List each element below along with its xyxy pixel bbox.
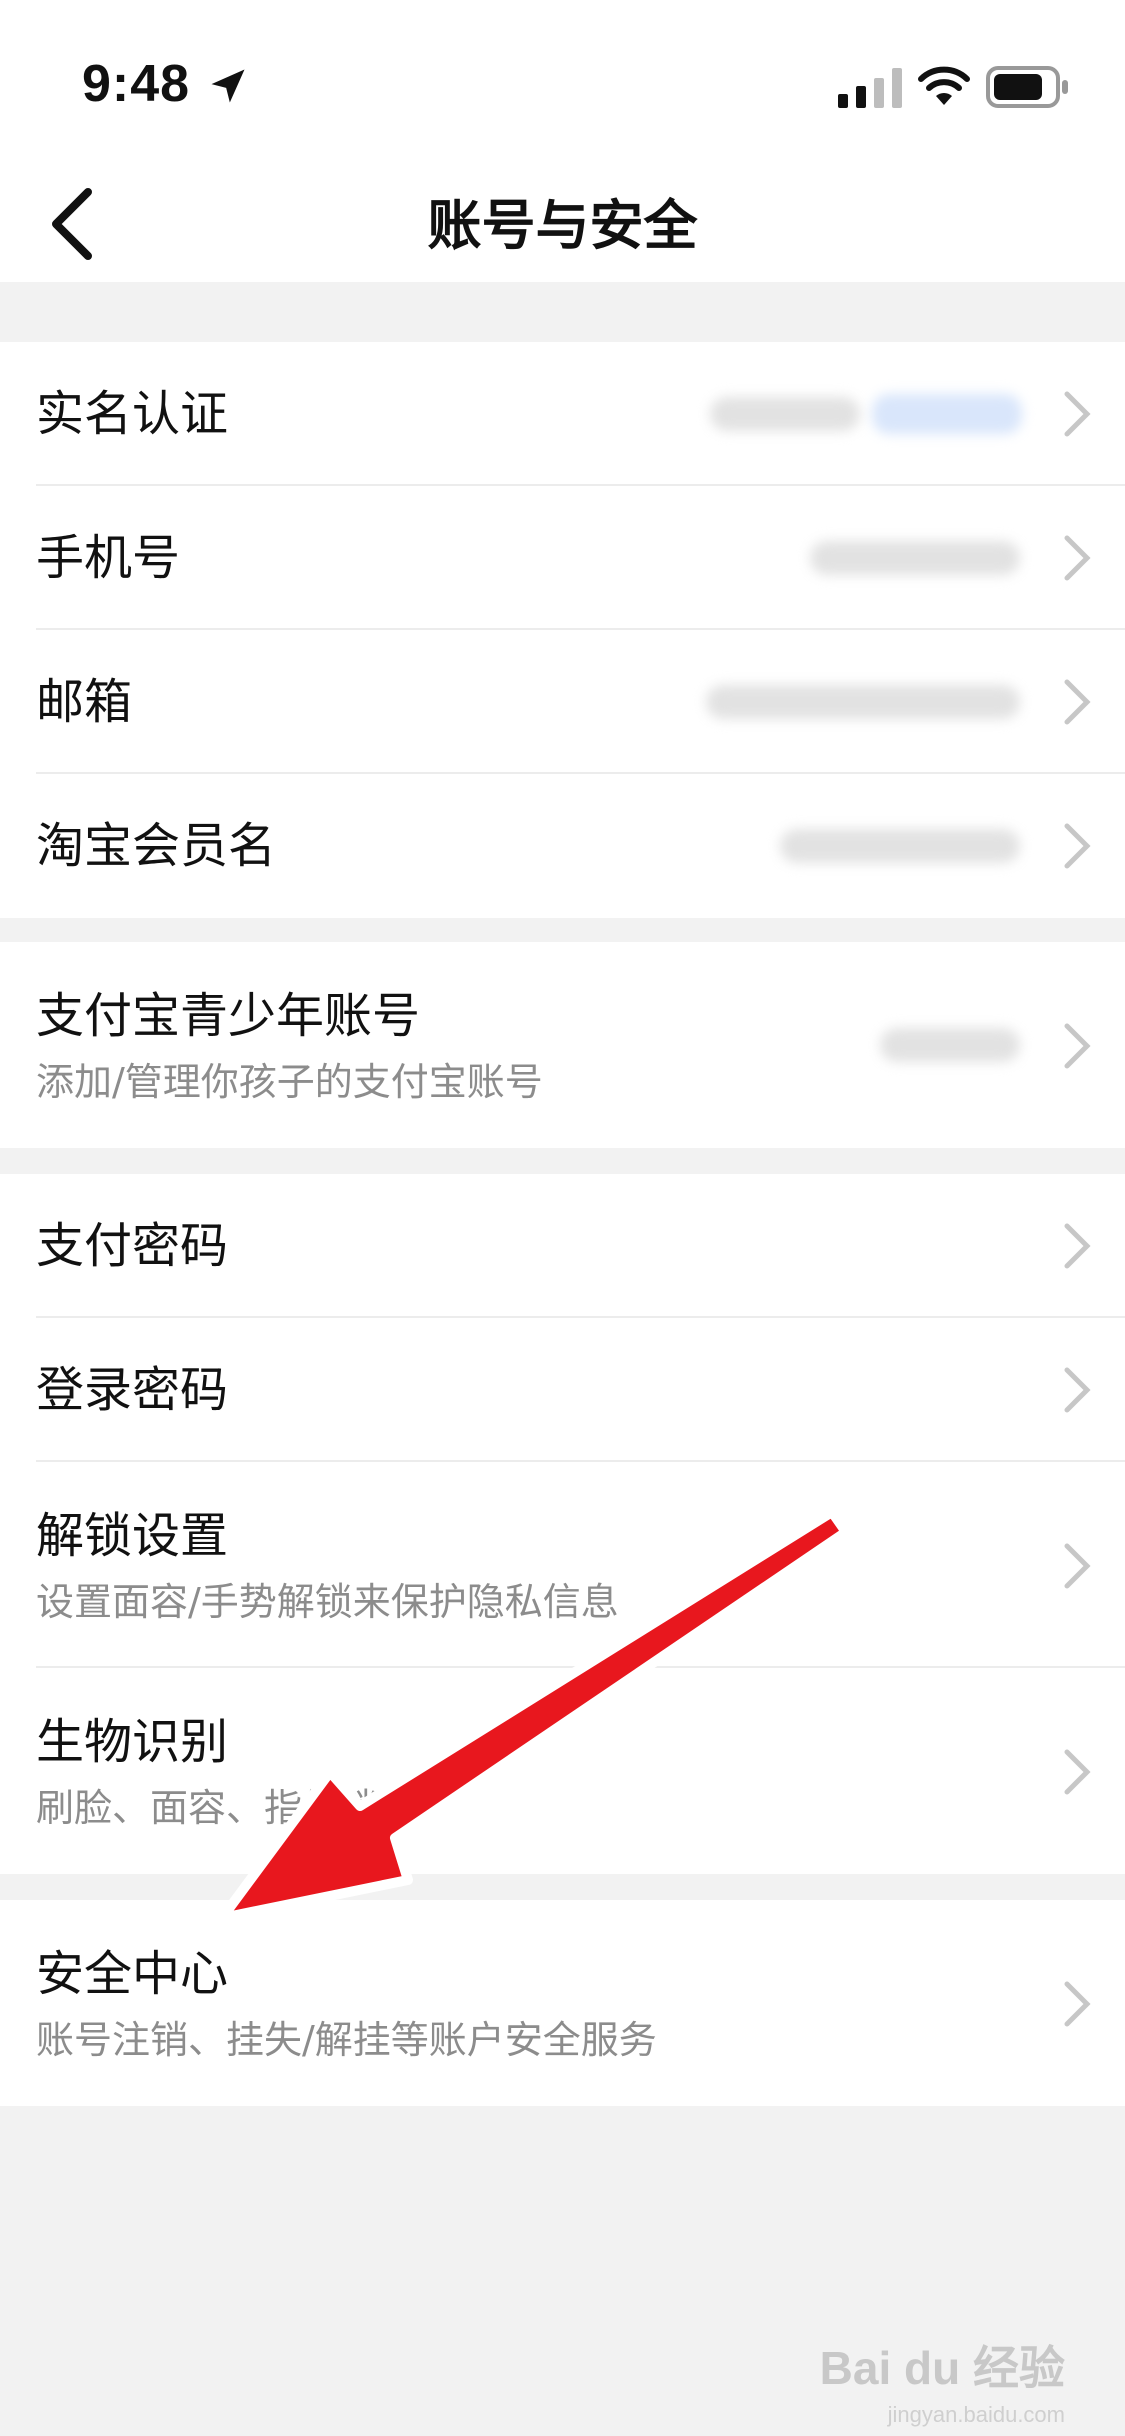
chevron-right-icon [1064, 1543, 1091, 1589]
row-taobao-member-name[interactable]: 淘宝会员名 [0, 774, 1125, 918]
row-subtitle: 刷脸、面容、指纹锁 [36, 1786, 379, 1830]
chevron-right-icon [1064, 1367, 1091, 1413]
row-title: 解锁设置 [36, 1508, 229, 1564]
chevron-right-icon [1064, 391, 1091, 437]
row-login-password[interactable]: 登录密码 [0, 1318, 1125, 1462]
row-unlock-settings[interactable]: 解锁设置 设置面容/手势解锁来保护隐私信息 [0, 1462, 1125, 1668]
password-security-group: 支付密码 登录密码 解锁设置 设置面容/手势解锁来保护隐私信息 生物识别 刷脸、… [0, 1174, 1125, 1874]
status-bar: 9:48 [0, 0, 1125, 170]
chevron-right-icon [1064, 1981, 1091, 2027]
blurred-value [810, 541, 1020, 575]
location-arrow-icon [211, 69, 245, 103]
row-title: 手机号 [36, 530, 181, 586]
chevron-right-icon [1064, 823, 1091, 869]
teen-account-group: 支付宝青少年账号 添加/管理你孩子的支付宝账号 [0, 942, 1125, 1148]
baidu-watermark-url: jingyan.baidu.com [887, 2402, 1065, 2427]
row-biometrics[interactable]: 生物识别 刷脸、面容、指纹锁 [0, 1668, 1125, 1874]
blurred-value [880, 1028, 1020, 1062]
row-subtitle: 设置面容/手势解锁来保护隐私信息 [36, 1580, 619, 1624]
baidu-watermark: Bai du 经验 [819, 2342, 1065, 2394]
row-teen-account[interactable]: 支付宝青少年账号 添加/管理你孩子的支付宝账号 [0, 942, 1125, 1148]
row-title: 支付宝青少年账号 [36, 988, 421, 1044]
row-title: 生物识别 [36, 1714, 229, 1770]
row-subtitle: 账号注销、挂失/解挂等账户安全服务 [36, 2018, 657, 2062]
security-center-group: 安全中心 账号注销、挂失/解挂等账户安全服务 [0, 1900, 1125, 2106]
row-email[interactable]: 邮箱 [0, 630, 1125, 774]
row-title: 支付密码 [36, 1218, 229, 1274]
chevron-right-icon [1064, 1223, 1091, 1269]
row-title: 邮箱 [36, 674, 133, 730]
chevron-right-icon [1064, 535, 1091, 581]
row-payment-password[interactable]: 支付密码 [0, 1174, 1125, 1318]
row-title: 安全中心 [36, 1946, 229, 2002]
row-title: 淘宝会员名 [36, 818, 277, 874]
blurred-value [780, 829, 1020, 863]
row-subtitle: 添加/管理你孩子的支付宝账号 [36, 1060, 543, 1104]
row-security-center[interactable]: 安全中心 账号注销、挂失/解挂等账户安全服务 [0, 1900, 1125, 2106]
blurred-value [710, 397, 860, 431]
row-phone-number[interactable]: 手机号 [0, 486, 1125, 630]
wifi-icon [918, 66, 970, 105]
chevron-right-icon [1064, 1749, 1091, 1795]
status-time: 9:48 [82, 55, 191, 113]
blurred-badge [872, 394, 1022, 434]
row-title: 登录密码 [36, 1362, 229, 1418]
chevron-right-icon [1064, 1023, 1091, 1069]
navigation-bar: 账号与安全 [0, 170, 1125, 282]
chevron-right-icon [1064, 679, 1091, 725]
battery-icon [986, 66, 1068, 108]
account-info-group: 实名认证 手机号 邮箱 淘宝会员名 [0, 342, 1125, 918]
page-title: 账号与安全 [427, 194, 698, 257]
cellular-signal-icon [838, 68, 902, 108]
blurred-value [706, 685, 1020, 719]
row-real-name-verification[interactable]: 实名认证 [0, 342, 1125, 486]
row-title: 实名认证 [36, 386, 229, 442]
